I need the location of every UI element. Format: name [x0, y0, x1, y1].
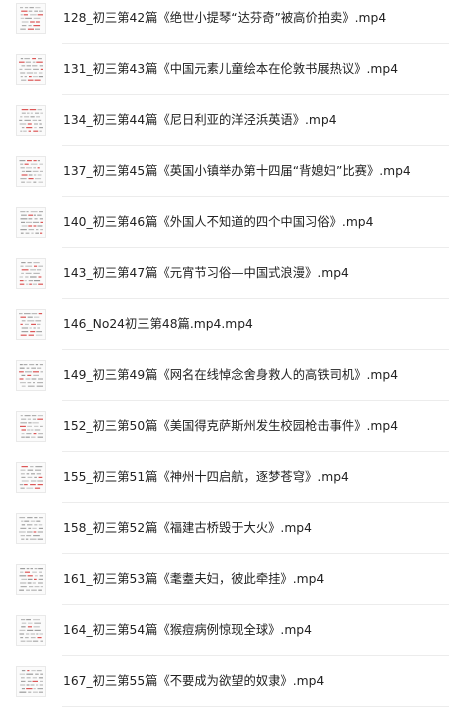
file-row[interactable]: 155_初三第51篇《神州十四启航，逐梦苍穹》.mp4 — [0, 452, 449, 503]
document-thumbnail-icon — [16, 360, 46, 391]
document-thumbnail-icon — [16, 411, 46, 442]
file-name: 140_初三第46篇《外国人不知道的四个中国习俗》.mp4 — [63, 215, 374, 229]
document-thumbnail-icon — [16, 3, 46, 34]
document-thumbnail-icon — [16, 666, 46, 697]
file-name: 161_初三第53篇《耄耋夫妇，彼此牵挂》.mp4 — [63, 572, 325, 586]
file-name: 164_初三第54篇《猴痘病例惊现全球》.mp4 — [63, 623, 312, 637]
file-name: 128_初三第42篇《绝世小提琴“达芬奇”被高价拍卖》.mp4 — [63, 11, 387, 25]
file-row[interactable]: 140_初三第46篇《外国人不知道的四个中国习俗》.mp4 — [0, 197, 449, 248]
file-name: 134_初三第44篇《尼日利亚的洋泾浜英语》.mp4 — [63, 113, 337, 127]
document-thumbnail-icon — [16, 309, 46, 340]
file-row[interactable]: 146_No24初三第48篇.mp4.mp4 — [0, 299, 449, 350]
file-row[interactable]: 128_初三第42篇《绝世小提琴“达芬奇”被高价拍卖》.mp4 — [0, 0, 449, 44]
file-row[interactable]: 152_初三第50篇《美国得克萨斯州发生校园枪击事件》.mp4 — [0, 401, 449, 452]
file-name: 158_初三第52篇《福建古桥毁于大火》.mp4 — [63, 521, 312, 535]
document-thumbnail-icon — [16, 564, 46, 595]
document-thumbnail-icon — [16, 54, 46, 85]
file-name: 146_No24初三第48篇.mp4.mp4 — [63, 317, 253, 331]
document-thumbnail-icon — [16, 513, 46, 544]
file-name: 149_初三第49篇《网名在线悼念舍身救人的高铁司机》.mp4 — [63, 368, 399, 382]
file-row[interactable]: 158_初三第52篇《福建古桥毁于大火》.mp4 — [0, 503, 449, 554]
file-row[interactable]: 137_初三第45篇《英国小镇举办第十四届“背媳妇”比赛》.mp4 — [0, 146, 449, 197]
file-row[interactable]: 134_初三第44篇《尼日利亚的洋泾浜英语》.mp4 — [0, 95, 449, 146]
file-row[interactable]: 167_初三第55篇《不要成为欲望的奴隶》.mp4 — [0, 656, 449, 707]
file-name: 155_初三第51篇《神州十四启航，逐梦苍穹》.mp4 — [63, 470, 349, 484]
document-thumbnail-icon — [16, 156, 46, 187]
document-thumbnail-icon — [16, 615, 46, 646]
file-row[interactable]: 131_初三第43篇《中国元素儿童绘本在伦敦书展热议》.mp4 — [0, 44, 449, 95]
divider — [62, 706, 449, 707]
document-thumbnail-icon — [16, 462, 46, 493]
file-name: 152_初三第50篇《美国得克萨斯州发生校园枪击事件》.mp4 — [63, 419, 399, 433]
file-row[interactable]: 161_初三第53篇《耄耋夫妇，彼此牵挂》.mp4 — [0, 554, 449, 605]
file-name: 167_初三第55篇《不要成为欲望的奴隶》.mp4 — [63, 674, 325, 688]
file-name: 131_初三第43篇《中国元素儿童绘本在伦敦书展热议》.mp4 — [63, 62, 399, 76]
file-row[interactable]: 143_初三第47篇《元宵节习俗—中国式浪漫》.mp4 — [0, 248, 449, 299]
file-row[interactable]: 149_初三第49篇《网名在线悼念舍身救人的高铁司机》.mp4 — [0, 350, 449, 401]
file-row[interactable]: 164_初三第54篇《猴痘病例惊现全球》.mp4 — [0, 605, 449, 656]
document-thumbnail-icon — [16, 207, 46, 238]
document-thumbnail-icon — [16, 258, 46, 289]
document-thumbnail-icon — [16, 105, 46, 136]
file-list: 128_初三第42篇《绝世小提琴“达芬奇”被高价拍卖》.mp4 131_初三第4… — [0, 0, 449, 716]
file-name: 143_初三第47篇《元宵节习俗—中国式浪漫》.mp4 — [63, 266, 349, 280]
file-name: 137_初三第45篇《英国小镇举办第十四届“背媳妇”比赛》.mp4 — [63, 164, 411, 178]
